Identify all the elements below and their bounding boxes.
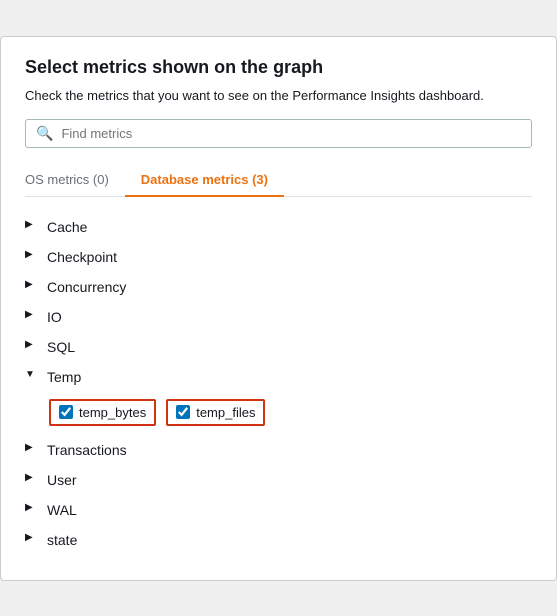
- tab-database-metrics[interactable]: Database metrics (3): [125, 164, 284, 197]
- group-transactions: ▶ Transactions: [25, 436, 532, 464]
- temp-files-label: temp_files: [196, 405, 255, 420]
- group-wal: ▶ WAL: [25, 496, 532, 524]
- arrow-right-icon: ▶: [25, 309, 41, 325]
- group-state: ▶ state: [25, 526, 532, 554]
- arrow-right-icon: ▶: [25, 442, 41, 458]
- group-user-header[interactable]: ▶ User: [25, 466, 532, 494]
- group-wal-header[interactable]: ▶ WAL: [25, 496, 532, 524]
- group-sql-header[interactable]: ▶ SQL: [25, 333, 532, 361]
- group-temp-header[interactable]: ▼ Temp: [25, 363, 532, 391]
- temp-bytes-label: temp_bytes: [79, 405, 146, 420]
- arrow-right-icon: ▶: [25, 532, 41, 548]
- group-concurrency-header[interactable]: ▶ Concurrency: [25, 273, 532, 301]
- metric-item-temp-bytes: temp_bytes: [49, 399, 156, 426]
- search-box: 🔍: [25, 119, 532, 148]
- metrics-panel: Select metrics shown on the graph Check …: [0, 36, 557, 581]
- group-wal-label: WAL: [47, 502, 77, 518]
- group-io-label: IO: [47, 309, 62, 325]
- metric-item-temp-files: temp_files: [166, 399, 265, 426]
- group-sql: ▶ SQL: [25, 333, 532, 361]
- temp-files-checkbox[interactable]: [176, 405, 190, 419]
- arrow-down-icon: ▼: [25, 369, 41, 385]
- group-sql-label: SQL: [47, 339, 75, 355]
- metric-group-list: ▶ Cache ▶ Checkpoint ▶ Concurrency ▶ IO: [25, 213, 532, 554]
- group-concurrency: ▶ Concurrency: [25, 273, 532, 301]
- group-state-header[interactable]: ▶ state: [25, 526, 532, 554]
- temp-metric-items: temp_bytes temp_files: [25, 391, 532, 434]
- group-cache: ▶ Cache: [25, 213, 532, 241]
- group-checkpoint: ▶ Checkpoint: [25, 243, 532, 271]
- group-user: ▶ User: [25, 466, 532, 494]
- group-state-label: state: [47, 532, 77, 548]
- group-temp: ▼ Temp temp_bytes temp_files: [25, 363, 532, 434]
- temp-bytes-checkbox[interactable]: [59, 405, 73, 419]
- arrow-right-icon: ▶: [25, 279, 41, 295]
- group-io: ▶ IO: [25, 303, 532, 331]
- group-cache-label: Cache: [47, 219, 87, 235]
- tab-bar: OS metrics (0) Database metrics (3): [25, 164, 532, 197]
- group-user-label: User: [47, 472, 77, 488]
- arrow-right-icon: ▶: [25, 502, 41, 518]
- arrow-right-icon: ▶: [25, 249, 41, 265]
- group-checkpoint-header[interactable]: ▶ Checkpoint: [25, 243, 532, 271]
- group-transactions-header[interactable]: ▶ Transactions: [25, 436, 532, 464]
- group-temp-label: Temp: [47, 369, 81, 385]
- group-concurrency-label: Concurrency: [47, 279, 126, 295]
- group-transactions-label: Transactions: [47, 442, 127, 458]
- panel-description: Check the metrics that you want to see o…: [25, 88, 532, 103]
- search-icon: 🔍: [36, 125, 53, 142]
- search-input[interactable]: [61, 126, 521, 141]
- group-io-header[interactable]: ▶ IO: [25, 303, 532, 331]
- arrow-right-icon: ▶: [25, 339, 41, 355]
- tab-os-metrics[interactable]: OS metrics (0): [25, 164, 125, 197]
- arrow-right-icon: ▶: [25, 219, 41, 235]
- group-checkpoint-label: Checkpoint: [47, 249, 117, 265]
- group-cache-header[interactable]: ▶ Cache: [25, 213, 532, 241]
- arrow-right-icon: ▶: [25, 472, 41, 488]
- panel-title: Select metrics shown on the graph: [25, 57, 532, 78]
